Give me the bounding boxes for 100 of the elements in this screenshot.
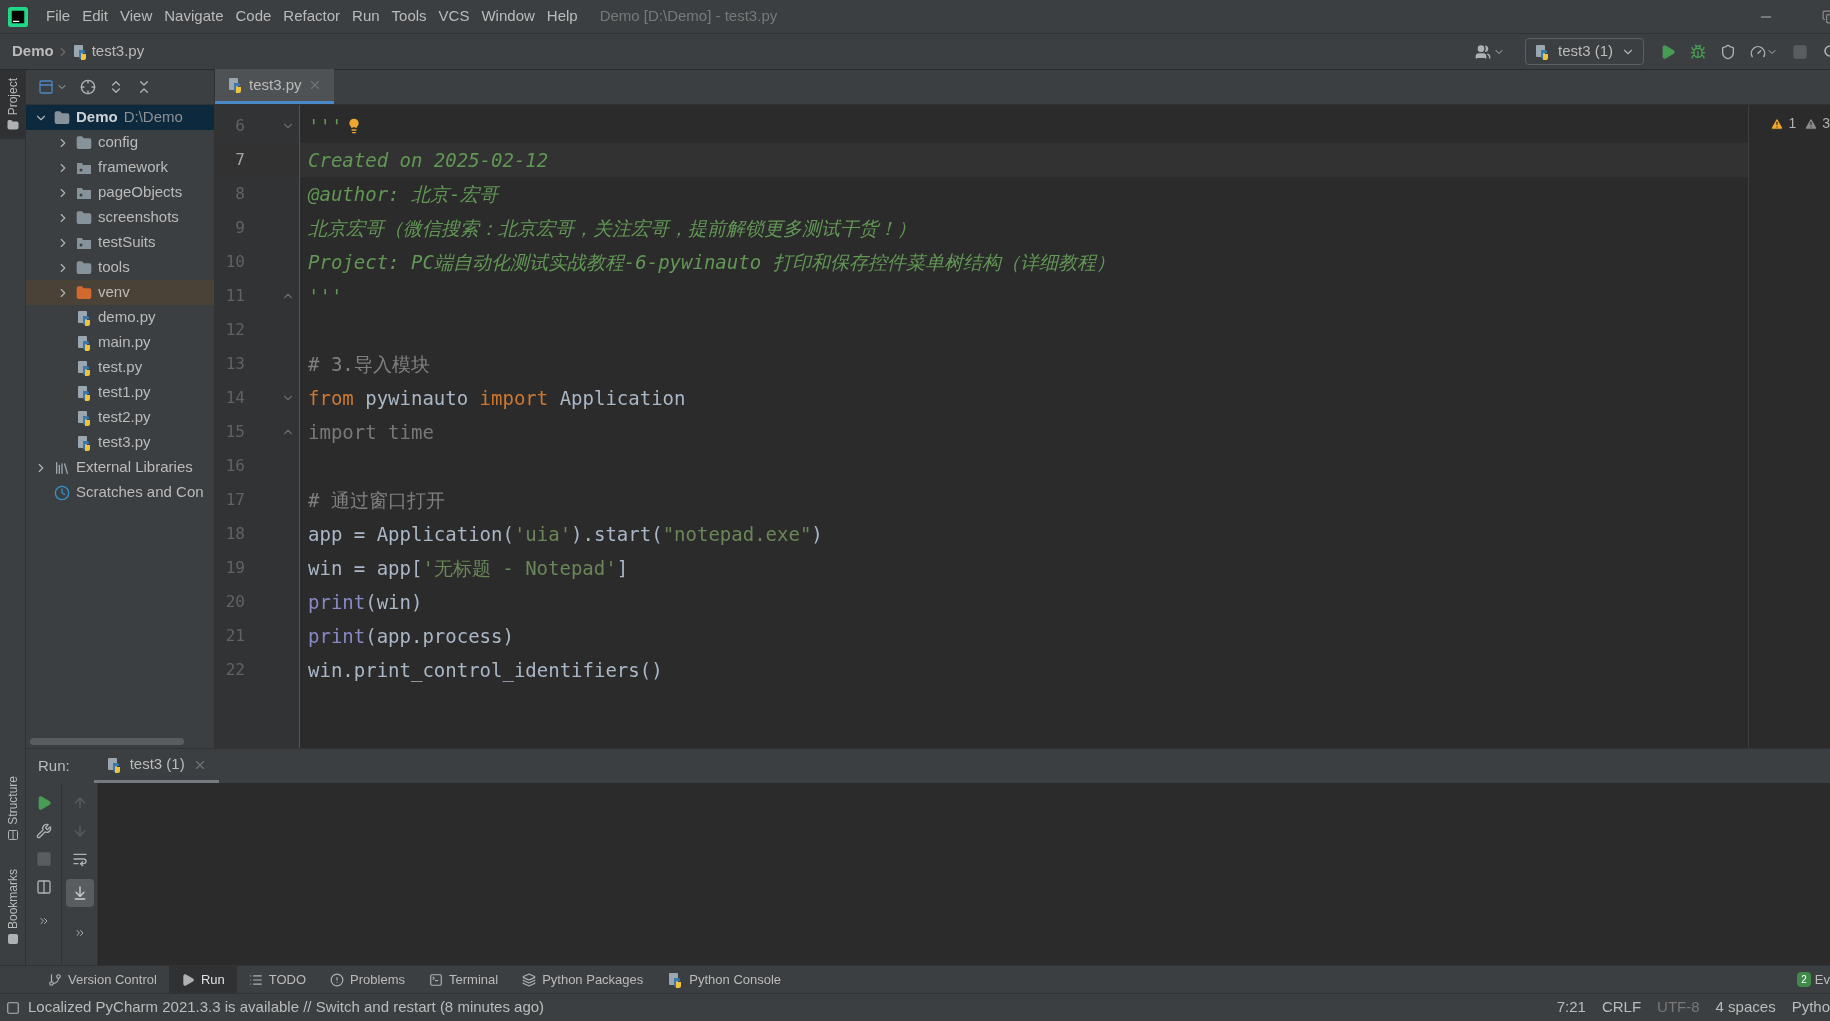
scrollbar-thumb[interactable]: [30, 737, 184, 745]
tree-item-label: pageObjects: [98, 182, 183, 203]
tree-item[interactable]: demo.py: [26, 305, 214, 330]
python-file-icon: [76, 384, 92, 401]
tool-window-button[interactable]: TODO: [236, 965, 319, 994]
layout-icon[interactable]: [35, 879, 52, 895]
tree-item[interactable]: External Libraries: [26, 455, 214, 480]
locate-icon[interactable]: [80, 79, 96, 95]
tree-item-label: demo.py: [98, 307, 156, 328]
code-line: 北京宏哥（微信搜索：北京宏哥，关注宏哥，提前解锁更多测试干货！）: [308, 215, 916, 241]
tree-item[interactable]: config: [26, 130, 214, 155]
tree-item[interactable]: tools: [26, 255, 214, 280]
folder-icon: [6, 119, 19, 132]
menu-item[interactable]: View: [114, 5, 159, 28]
wrench-icon[interactable]: [35, 823, 52, 839]
menu-item[interactable]: Refactor: [277, 5, 347, 28]
line-separator[interactable]: CRLF: [1593, 996, 1650, 1019]
tree-item-label: main.py: [98, 332, 151, 353]
code-line: print(app.process): [308, 623, 514, 649]
tree-item-label: test3.py: [98, 432, 151, 453]
folder-icon: [76, 134, 92, 151]
tool-window-tab[interactable]: Bookmarks: [0, 860, 25, 953]
user-icon[interactable]: [1474, 43, 1491, 60]
debug-icon[interactable]: [1690, 43, 1706, 60]
structure-icon: [6, 828, 19, 841]
caret-position[interactable]: 7:21: [1548, 996, 1594, 1019]
menu-item[interactable]: Window: [475, 5, 541, 28]
python-file-icon: [71, 43, 88, 60]
scratches-icon: [54, 484, 70, 501]
code-line: app = Application('uia').start("notepad.exe"): [308, 521, 823, 547]
python-file-icon: [227, 77, 243, 93]
app-logo-icon: [8, 6, 28, 27]
tool-window-button[interactable]: Problems: [318, 965, 417, 994]
python-file-icon: [667, 971, 684, 988]
inspection-count: 3: [1822, 114, 1830, 133]
tool-window-button[interactable]: Python Console: [655, 965, 794, 994]
tree-item-label: venv: [98, 282, 130, 303]
profile-icon[interactable]: [1750, 43, 1766, 60]
coverage-icon[interactable]: [1720, 43, 1736, 60]
layers-icon: [522, 972, 537, 987]
code-line: @author: 北京-宏哥: [308, 181, 499, 207]
menu-item[interactable]: VCS: [432, 5, 476, 28]
tool-window-tab[interactable]: Structure: [0, 768, 25, 849]
code-line: Project: PC端自动化测试实战教程-6-pywinauto 打印和保存控件菜单树结构（详细教程）: [308, 249, 1115, 275]
tree-item-label: test.py: [98, 357, 143, 378]
status-message[interactable]: Localized PyCharm 2021.3.3 is available // Switch and restart (8 minutes ago): [28, 996, 545, 1019]
code-line: import time: [308, 419, 434, 445]
status-toggle-icon[interactable]: [6, 1000, 20, 1015]
run-icon[interactable]: [1660, 43, 1676, 60]
interpreter[interactable]: Pytho: [1783, 996, 1830, 1019]
breadcrumb-item[interactable]: Demo: [12, 40, 54, 63]
menu-item[interactable]: Code: [229, 5, 278, 28]
menu-item[interactable]: Edit: [76, 5, 115, 28]
menu-item[interactable]: Run: [346, 5, 386, 28]
view-icon[interactable]: [38, 79, 54, 95]
tool-window-button[interactable]: Version Control: [36, 965, 169, 994]
python-file-icon: [76, 434, 92, 451]
tree-item[interactable]: Demo D:\Demo: [26, 105, 214, 130]
tree-item[interactable]: testSuits: [26, 230, 214, 255]
tree-item[interactable]: test2.py: [26, 405, 214, 430]
more-icon[interactable]: [37, 915, 50, 927]
tool-window-tab[interactable]: Project: [0, 70, 25, 140]
tree-item[interactable]: test.py: [26, 355, 214, 380]
tool-window-button[interactable]: Run: [168, 965, 237, 994]
inspection-count: 1: [1788, 114, 1797, 133]
tree-item-label: config: [98, 132, 139, 153]
menu-item[interactable]: Navigate: [158, 5, 230, 28]
editor-tab[interactable]: test3.py: [215, 69, 334, 104]
soft-wrap-icon[interactable]: [71, 851, 88, 867]
python-file-icon: [76, 409, 92, 426]
scroll-to-end-toggle[interactable]: [65, 879, 94, 907]
warning-icon[interactable]: [1770, 116, 1785, 131]
tree-item[interactable]: test1.py: [26, 380, 214, 405]
menu-item[interactable]: Help: [540, 5, 584, 28]
python-file-icon: [76, 309, 92, 326]
tree-item[interactable]: test3.py: [26, 430, 214, 455]
menu-item[interactable]: File: [40, 5, 77, 28]
indent-setting[interactable]: 4 spaces: [1707, 996, 1784, 1019]
event-log-label[interactable]: Ev: [1814, 969, 1830, 990]
more-icon[interactable]: [73, 927, 86, 939]
breadcrumb-item[interactable]: test3.py: [91, 40, 145, 63]
tool-window-button[interactable]: Terminal: [417, 965, 511, 994]
terminal-icon: [429, 972, 443, 987]
menu-item[interactable]: Tools: [385, 5, 433, 28]
tree-item[interactable]: venv: [26, 280, 214, 305]
libraries-icon: [54, 459, 70, 476]
line-number: 7: [234, 149, 245, 171]
run-config-dropdown[interactable]: test3 (1): [1524, 38, 1644, 65]
tree-item[interactable]: screenshots: [26, 205, 214, 230]
tree-item[interactable]: framework: [26, 155, 214, 180]
tree-item[interactable]: pageObjects: [26, 180, 214, 205]
tree-item[interactable]: main.py: [26, 330, 214, 355]
code-line: ''': [308, 283, 343, 309]
code-line: print(win): [308, 589, 423, 615]
folder-icon: [76, 209, 92, 226]
tool-window-button[interactable]: Python Packages: [510, 965, 656, 994]
window-title: Demo [D:\Demo] - test3.py: [599, 6, 778, 27]
tree-item[interactable]: Scratches and Con: [26, 480, 214, 505]
alert-icon: [330, 972, 345, 987]
weak-warning-icon[interactable]: [1804, 116, 1819, 131]
